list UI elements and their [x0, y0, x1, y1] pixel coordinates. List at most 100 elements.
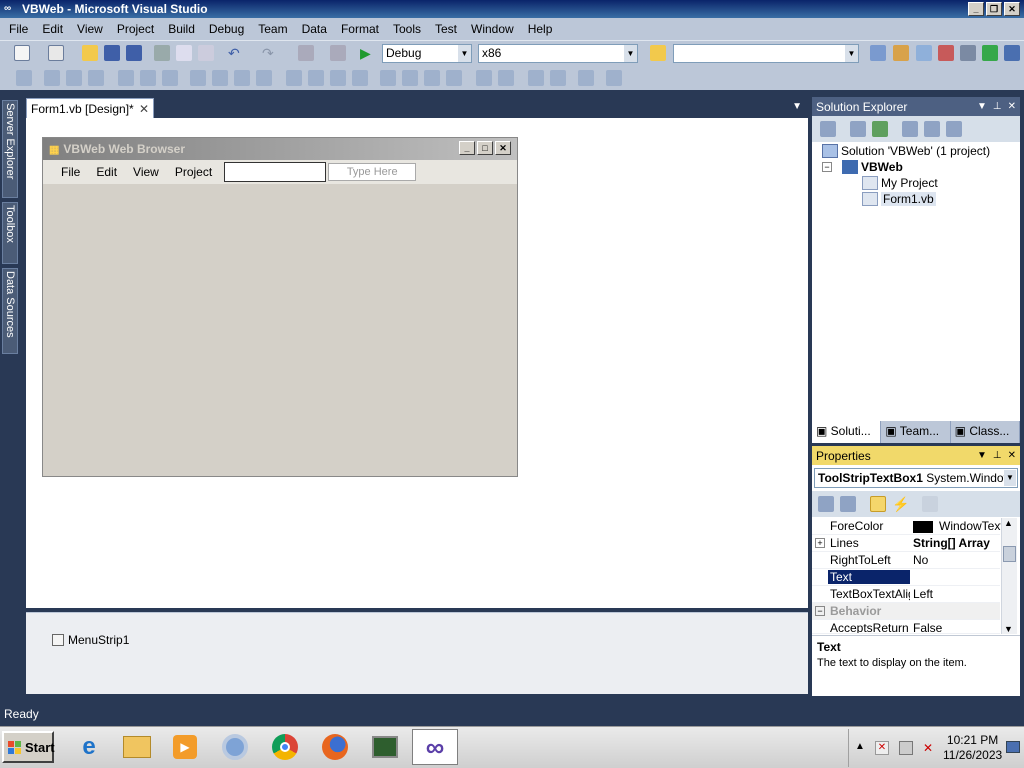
horizontal-spacing-icon[interactable]: [286, 70, 302, 86]
form-menu-strip[interactable]: File Edit View Project Type Here: [43, 160, 517, 184]
refresh-icon[interactable]: [872, 121, 888, 137]
menustrip-component[interactable]: MenuStrip1: [52, 633, 129, 647]
taskbar-visual-studio[interactable]: ∞: [412, 729, 458, 765]
increase-hspacing-icon[interactable]: [308, 70, 324, 86]
property-pages-icon[interactable]: [922, 496, 938, 512]
tab-class-view[interactable]: ▣ Class...: [951, 421, 1020, 443]
menu-team[interactable]: Team: [251, 22, 294, 36]
tools-icon[interactable]: [960, 45, 976, 61]
type-here-box[interactable]: Type Here: [328, 163, 417, 181]
menu-test[interactable]: Test: [428, 22, 464, 36]
align-grid-icon[interactable]: [16, 70, 32, 86]
minimize-button[interactable]: _: [968, 2, 984, 16]
categorized-icon[interactable]: [818, 496, 834, 512]
toolstrip-textbox[interactable]: [224, 162, 327, 182]
align-bottoms-icon[interactable]: [162, 70, 178, 86]
taskbar-media-player[interactable]: ▶: [162, 729, 208, 765]
prop-category[interactable]: − Behavior: [812, 603, 1000, 620]
center-vertically-icon[interactable]: [498, 70, 514, 86]
menu-debug[interactable]: Debug: [202, 22, 251, 36]
tab-server-explorer[interactable]: Server Explorer: [2, 100, 18, 198]
events-icon[interactable]: ⚡: [892, 496, 909, 512]
new-project-icon[interactable]: [14, 45, 30, 61]
tree-solution[interactable]: Solution 'VBWeb' (1 project): [822, 144, 990, 158]
properties-window-icon[interactable]: [893, 45, 909, 61]
make-same-width-icon[interactable]: [190, 70, 206, 86]
menu-file[interactable]: File: [2, 22, 35, 36]
toolbox-icon[interactable]: [938, 45, 954, 61]
prop-row[interactable]: RightToLeft No: [812, 552, 1000, 569]
tab-solution-explorer[interactable]: ▣ Soluti...: [812, 421, 882, 443]
layout-options-icon[interactable]: [606, 70, 622, 86]
menu-window[interactable]: Window: [464, 22, 521, 36]
show-desktop-button[interactable]: [1006, 741, 1020, 753]
scroll-thumb[interactable]: [1003, 546, 1016, 562]
start-debug-icon[interactable]: ▶: [360, 45, 376, 61]
prop-row[interactable]: AcceptsReturn False: [812, 620, 1000, 634]
tab-toolbox[interactable]: Toolbox: [2, 202, 18, 264]
taskbar-ie[interactable]: e: [66, 729, 112, 765]
chevron-down-icon[interactable]: ▼: [977, 450, 987, 461]
menu-edit[interactable]: Edit: [35, 22, 70, 36]
tab-data-sources[interactable]: Data Sources: [2, 268, 18, 354]
send-to-back-icon[interactable]: [550, 70, 566, 86]
restore-button[interactable]: ❐: [986, 2, 1002, 16]
toolbar-options-icon[interactable]: [1004, 45, 1020, 61]
pin-icon[interactable]: ⊥: [993, 450, 1002, 461]
form-menu-project[interactable]: Project: [167, 165, 220, 179]
size-to-grid-icon[interactable]: [212, 70, 228, 86]
close-icon[interactable]: ✕: [1008, 450, 1016, 461]
taskbar-task-manager[interactable]: [362, 729, 408, 765]
prop-row[interactable]: + Lines String[] Array: [812, 535, 1000, 552]
volume-icon[interactable]: ✕: [923, 741, 933, 755]
show-hidden-icons[interactable]: ▲: [855, 741, 865, 752]
redo-icon[interactable]: ↷: [262, 45, 278, 61]
properties-view-icon[interactable]: [870, 496, 886, 512]
menu-project[interactable]: Project: [110, 22, 161, 36]
tab-list-dropdown-icon[interactable]: ▼: [792, 101, 802, 112]
add-item-icon[interactable]: [48, 45, 64, 61]
prop-row-selected[interactable]: Text: [812, 569, 1000, 586]
find-in-files-icon[interactable]: [650, 45, 666, 61]
properties-icon[interactable]: [820, 121, 836, 137]
undo-icon[interactable]: ↶: [228, 45, 244, 61]
tree-my-project[interactable]: My Project: [862, 176, 938, 190]
form-menu-view[interactable]: View: [125, 165, 167, 179]
save-all-icon[interactable]: [126, 45, 142, 61]
platform-select[interactable]: x86 ▼: [478, 44, 638, 63]
navigate-forward-icon[interactable]: [330, 45, 346, 61]
taskbar-firefox[interactable]: [312, 729, 358, 765]
view-designer-icon[interactable]: [924, 121, 940, 137]
prop-row[interactable]: TextBoxTextAlig Left: [812, 586, 1000, 603]
scroll-up-icon[interactable]: ▲: [1004, 518, 1013, 528]
solution-explorer-icon[interactable]: [870, 45, 886, 61]
menu-help[interactable]: Help: [521, 22, 560, 36]
remove-vspacing-icon[interactable]: [446, 70, 462, 86]
tab-order-icon[interactable]: [578, 70, 594, 86]
scroll-down-icon[interactable]: ▼: [1004, 624, 1013, 634]
tab-form1-design[interactable]: Form1.vb [Design]* ✕: [26, 98, 154, 118]
object-browser-icon[interactable]: [916, 45, 932, 61]
menu-view[interactable]: View: [70, 22, 110, 36]
close-button[interactable]: ✕: [1004, 2, 1020, 16]
menu-data[interactable]: Data: [295, 22, 334, 36]
make-same-size-icon[interactable]: [256, 70, 272, 86]
tab-team-explorer[interactable]: ▣ Team...: [881, 421, 951, 443]
form-preview[interactable]: ▦ VBWeb Web Browser _ □ ✕ File Edit View…: [42, 137, 518, 477]
prop-row[interactable]: ForeColor WindowText: [812, 518, 1004, 535]
decrease-hspacing-icon[interactable]: [330, 70, 346, 86]
make-same-height-icon[interactable]: [234, 70, 250, 86]
open-folder-icon[interactable]: [82, 45, 98, 61]
align-rights-icon[interactable]: [88, 70, 104, 86]
menu-tools[interactable]: Tools: [386, 22, 428, 36]
center-horizontally-icon[interactable]: [476, 70, 492, 86]
expand-icon[interactable]: +: [815, 538, 825, 548]
close-icon[interactable]: ✕: [1008, 101, 1016, 112]
increase-vspacing-icon[interactable]: [402, 70, 418, 86]
clock[interactable]: 10:21 PM 11/26/2023: [943, 733, 1002, 763]
form-menu-edit[interactable]: Edit: [88, 165, 125, 179]
align-lefts-icon[interactable]: [44, 70, 60, 86]
menu-format[interactable]: Format: [334, 22, 386, 36]
alphabetical-icon[interactable]: [840, 496, 856, 512]
start-page-icon[interactable]: [982, 45, 998, 61]
